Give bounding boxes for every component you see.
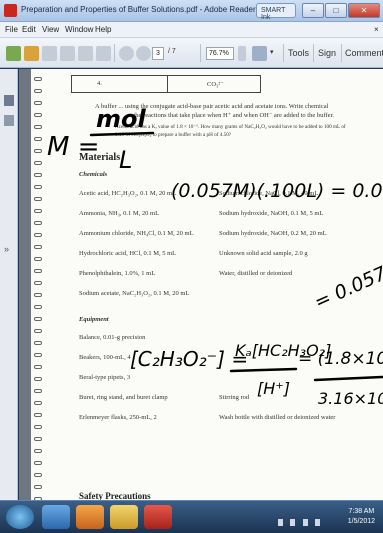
menu-file[interactable]: File <box>5 25 18 34</box>
close-document-icon[interactable]: × <box>374 25 379 34</box>
next-page-icon[interactable] <box>136 46 151 61</box>
minimize-button[interactable]: – <box>302 3 324 18</box>
comment-button[interactable]: Comment <box>345 48 383 58</box>
create-pdf-icon[interactable] <box>6 46 21 61</box>
page-total: / 7 <box>168 48 176 55</box>
menu-view[interactable]: View <box>42 25 59 34</box>
ink-molarity-denominator: L <box>119 146 132 174</box>
file-explorer-icon[interactable] <box>110 505 138 529</box>
save-icon[interactable] <box>42 46 57 61</box>
sign-button[interactable]: Sign <box>318 48 336 58</box>
open-icon[interactable] <box>24 46 39 61</box>
print-icon[interactable] <box>78 46 93 61</box>
expand-panel-icon[interactable]: » <box>4 244 14 255</box>
select-dropdown-icon[interactable]: ▾ <box>270 48 274 56</box>
menu-window[interactable]: Window <box>65 25 93 34</box>
taskbar: 7:38 AM 1/5/2012 <box>0 500 383 533</box>
adobe-reader-icon <box>4 4 17 17</box>
share-icon[interactable] <box>60 46 75 61</box>
ink-concentration: = 0.057M <box>311 256 383 314</box>
screen: Preparation and Properties of Buffer Sol… <box>0 0 383 533</box>
menu-bar: File Edit View Window Help × <box>0 22 383 38</box>
close-button[interactable]: ✕ <box>348 3 380 18</box>
system-tray-icons[interactable] <box>278 513 328 526</box>
window-title: Preparation and Properties of Buffer Sol… <box>21 5 256 14</box>
pdf-page: 4. CO₃²⁻ A buffer ... using the conjugat… <box>31 69 383 500</box>
toolbar: 3 / 7 76.7% ▾ Tools Sign Comment <box>0 38 383 68</box>
ink-equation-lhs: [C₂H₃O₂⁻] = <box>130 347 248 371</box>
page-thumbnails-icon[interactable] <box>4 95 14 106</box>
ink-molarity-lhs: M = <box>47 132 99 162</box>
menu-help[interactable]: Help <box>95 25 111 34</box>
document-viewer[interactable]: 4. CO₃²⁻ A buffer ... using the conjugat… <box>19 69 383 500</box>
ink-fraction-bar <box>313 375 383 382</box>
ink-moles-calculation: (0.057M)(.100L) = 0.0057mol <box>171 180 383 202</box>
navigation-panel: » <box>0 69 18 500</box>
maximize-button[interactable]: □ <box>325 3 347 18</box>
start-button[interactable] <box>6 505 34 529</box>
menu-edit[interactable]: Edit <box>22 25 36 34</box>
ink-result-denominator: 3.16×10⁻⁵ <box>318 389 383 408</box>
clock-date: 1/5/2012 <box>347 518 375 525</box>
ink-molarity-numerator: mol <box>96 105 146 133</box>
zoom-dropdown-icon[interactable] <box>238 46 246 61</box>
ink-result-numerator: = (1.8×10⁻⁵)(0.10) <box>298 349 383 369</box>
title-bar: Preparation and Properties of Buffer Sol… <box>0 0 383 22</box>
attachments-icon[interactable] <box>4 115 14 126</box>
tools-button[interactable]: Tools <box>288 48 309 58</box>
previous-page-icon[interactable] <box>119 46 134 61</box>
ink-annotations: M = mol L (0.057M)(.100L) = 0.0057mol = … <box>47 105 383 408</box>
select-tool-icon[interactable] <box>252 46 267 61</box>
smart-ink-button[interactable]: SMART Ink <box>256 3 296 21</box>
ink-fraction-bar <box>89 131 155 137</box>
clock[interactable]: 7:38 AM 1/5/2012 <box>348 507 375 527</box>
page-number-input[interactable]: 3 <box>152 47 164 60</box>
ink-equation-denominator: [H⁺] <box>257 379 290 398</box>
email-icon[interactable] <box>96 46 111 61</box>
clock-time: 7:38 AM <box>348 508 375 515</box>
media-player-icon[interactable] <box>76 505 104 529</box>
internet-explorer-icon[interactable] <box>42 505 70 529</box>
zoom-input[interactable]: 76.7% <box>206 47 234 60</box>
adobe-reader-taskbar-icon[interactable] <box>144 505 172 529</box>
